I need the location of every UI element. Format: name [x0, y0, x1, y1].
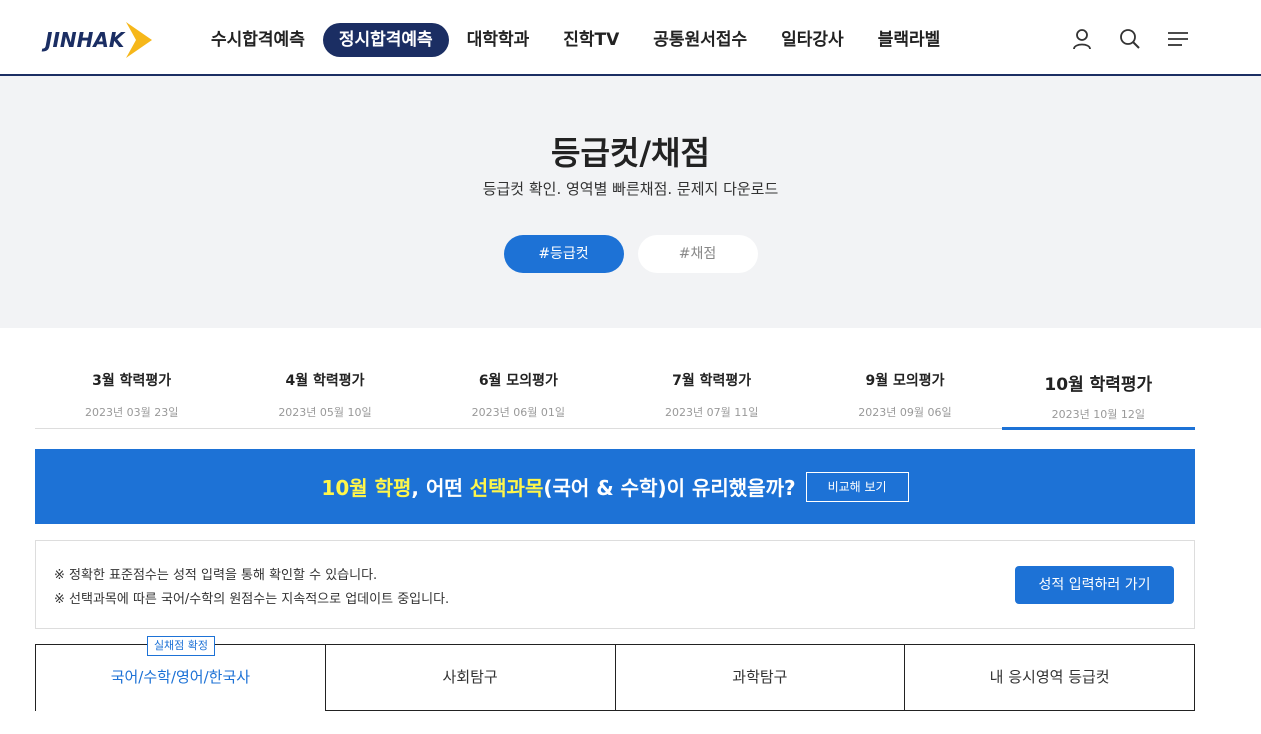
nav-jeongsi-prediction[interactable]: 정시합격예측	[322, 23, 449, 57]
exam-tabs: 3월 학력평가 2023년 03월 23일 4월 학력평가 2023년 05월 …	[35, 356, 1196, 430]
nav-university-major[interactable]: 대학학과	[451, 23, 546, 57]
exam-name: 6월 모의평가	[478, 373, 558, 389]
subject-tab-social[interactable]: 사회탐구	[324, 644, 616, 711]
subject-tab-label: 사회탐구	[442, 668, 498, 686]
exam-date: 2023년 05월 10일	[278, 406, 372, 419]
exam-tab-september[interactable]: 9월 모의평가 2023년 09월 06일	[808, 356, 1001, 428]
notice-box: ※ 정확한 표준점수는 성적 입력을 통해 확인할 수 있습니다. ※ 선택과목…	[35, 540, 1195, 629]
logo-text: JINHAK	[45, 28, 125, 52]
exam-date: 2023년 09월 06일	[858, 406, 952, 419]
exam-date: 2023년 10월 12일	[1051, 408, 1145, 421]
subject-tab-label: 국어/수학/영어/한국사	[110, 668, 251, 686]
banner-highlight-exam: 10월 학평	[321, 476, 412, 500]
tag-scoring[interactable]: #채점	[637, 235, 758, 273]
site-header: JINHAK 수시합격예측 정시합격예측 대학학과 진학TV 공통원서접수 일타…	[0, 0, 1261, 76]
subject-tabs: 실채점 확정 국어/수학/영어/한국사 사회탐구 과학탐구 내 응시영역 등급컷	[35, 636, 1195, 711]
exam-date: 2023년 03월 23일	[84, 406, 179, 419]
exam-name: 3월 학력평가	[92, 373, 172, 389]
exam-name: 4월 학력평가	[285, 373, 365, 389]
exam-tab-june[interactable]: 6월 모의평가 2023년 06월 01일	[422, 356, 615, 428]
banner-text-part: (국어 & 수학)이 유리했을까?	[543, 476, 796, 500]
menu-icon[interactable]	[1165, 26, 1191, 52]
exam-name: 10월 학력평가	[1044, 375, 1153, 395]
jinhak-logo[interactable]: JINHAK	[45, 22, 153, 58]
compare-button[interactable]: 비교해 보기	[805, 471, 909, 502]
nav-black-label[interactable]: 블랙라벨	[862, 23, 957, 57]
exam-tab-july[interactable]: 7월 학력평가 2023년 07월 11일	[615, 356, 808, 428]
subject-tab-science[interactable]: 과학탐구	[614, 644, 906, 711]
exam-name: 9월 모의평가	[865, 373, 945, 389]
user-icon[interactable]	[1069, 26, 1095, 52]
search-icon[interactable]	[1117, 26, 1143, 52]
hero-tags: #등급컷 #채점	[0, 235, 1261, 273]
exam-date: 2023년 06월 01일	[471, 406, 565, 419]
nav-star-teacher[interactable]: 일타강사	[765, 23, 860, 57]
banner-text-part: , 어떤	[411, 476, 470, 500]
exam-tab-october[interactable]: 10월 학력평가 2023년 10월 12일	[1001, 356, 1196, 430]
subject-tab-label: 내 응시영역 등급컷	[989, 668, 1110, 686]
exam-name: 7월 학력평가	[672, 373, 752, 389]
exam-date: 2023년 07월 11일	[664, 406, 759, 419]
logo-arrow-icon	[126, 22, 153, 58]
subject-tab-core[interactable]: 실채점 확정 국어/수학/영어/한국사	[35, 636, 326, 711]
subject-tab-my-areas[interactable]: 내 응시영역 등급컷	[904, 644, 1195, 711]
banner-highlight-subject: 선택과목	[469, 476, 544, 500]
enter-score-button[interactable]: 성적 입력하러 가기	[1015, 566, 1174, 604]
main-nav: 수시합격예측 정시합격예측 대학학과 진학TV 공통원서접수 일타강사 블랙라벨	[195, 22, 958, 58]
exam-tab-april[interactable]: 4월 학력평가 2023년 05월 10일	[228, 356, 421, 428]
notice-line: ※ 선택과목에 따른 국어/수학의 원점수는 지속적으로 업데이트 중입니다.	[54, 592, 450, 607]
confirmed-badge: 실채점 확정	[147, 636, 215, 656]
tag-grade-cut[interactable]: #등급컷	[503, 235, 624, 273]
notice-lines: ※ 정확한 표준점수는 성적 입력을 통해 확인할 수 있습니다. ※ 선택과목…	[54, 564, 449, 612]
nav-common-application[interactable]: 공통원서접수	[637, 23, 763, 57]
utility-icons	[1069, 26, 1191, 52]
notice-line: ※ 정확한 표준점수는 성적 입력을 통해 확인할 수 있습니다.	[54, 568, 378, 583]
page-subtitle: 등급컷 확인. 영역별 빠른채점. 문제지 다운로드	[482, 180, 779, 198]
page-title: 등급컷/채점	[551, 134, 710, 172]
comparison-banner[interactable]: 10월 학평, 어떤 선택과목(국어 & 수학)이 유리했을까? 비교해 보기	[35, 449, 1195, 524]
exam-tab-march[interactable]: 3월 학력평가 2023년 03월 23일	[35, 356, 228, 428]
banner-text: 10월 학평, 어떤 선택과목(국어 & 수학)이 유리했을까?	[321, 472, 795, 501]
nav-jinhak-tv[interactable]: 진학TV	[547, 23, 635, 57]
hero-section: 등급컷/채점 등급컷 확인. 영역별 빠른채점. 문제지 다운로드 #등급컷 #…	[0, 76, 1261, 328]
nav-susi-prediction[interactable]: 수시합격예측	[195, 23, 321, 57]
subject-tab-label: 과학탐구	[732, 668, 788, 686]
